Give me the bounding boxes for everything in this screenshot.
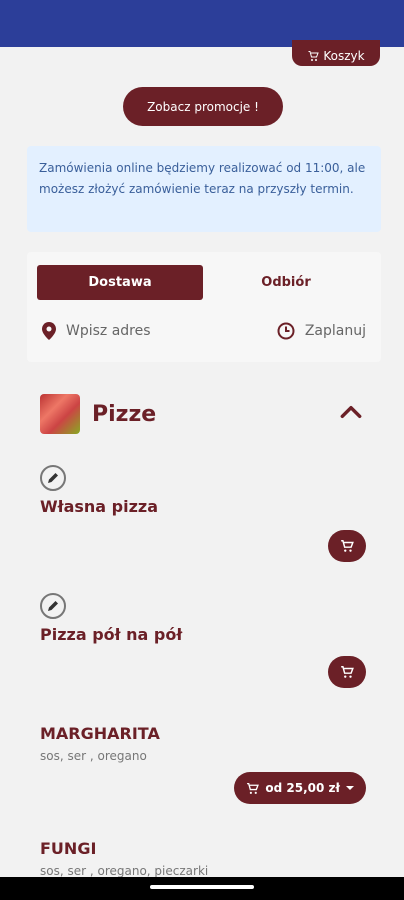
menu-item: Pizza pół na pół: [40, 593, 366, 693]
item-name: FUNGI: [40, 839, 97, 858]
menu-item: FUNGI sos, ser , oregano, pieczarki: [40, 833, 366, 878]
menu-item: Własna pizza: [40, 465, 366, 565]
tab-pickup[interactable]: Odbiór: [203, 265, 369, 300]
schedule-label: Zaplanuj: [304, 323, 366, 339]
price-select-button[interactable]: od 25,00 zł: [234, 772, 366, 804]
cart-icon: [341, 666, 354, 678]
chevron-up-icon[interactable]: [338, 399, 364, 425]
address-input[interactable]: Wpisz adres: [42, 322, 151, 340]
promotions-label: Zobacz promocje !: [147, 99, 259, 114]
caret-down-icon: [346, 786, 354, 790]
cart-icon: [308, 51, 320, 61]
opening-info: Zamówienia online będziemy realizować od…: [27, 146, 381, 232]
tab-delivery[interactable]: Dostawa: [37, 265, 203, 300]
item-name: Własna pizza: [40, 497, 159, 516]
price-label: od 25,00 zł: [265, 781, 340, 795]
pencil-icon: [40, 593, 66, 619]
category-thumbnail: [40, 394, 80, 434]
item-name: MARGHARITA: [40, 724, 160, 743]
add-to-cart-button[interactable]: [328, 530, 366, 562]
home-gesture-handle[interactable]: [150, 885, 254, 889]
category-title: Pizze: [92, 401, 157, 427]
promotions-button[interactable]: Zobacz promocje !: [123, 87, 283, 126]
menu-item: MARGHARITA sos, ser , oregano od 25,00 z…: [40, 718, 366, 808]
address-placeholder: Wpisz adres: [66, 323, 151, 339]
category-header-pizze[interactable]: Pizze: [40, 393, 366, 435]
schedule-button[interactable]: Zaplanuj: [277, 322, 366, 340]
clock-icon: [277, 322, 295, 340]
tab-pickup-label: Odbiór: [261, 275, 311, 290]
item-name: Pizza pół na pół: [40, 625, 183, 644]
order-type-panel: Dostawa Odbiór Wpisz adres Zaplanuj: [27, 252, 381, 362]
cart-label: Koszyk: [323, 49, 365, 63]
pencil-icon: [40, 465, 66, 491]
opening-info-text: Zamówienia online będziemy realizować od…: [39, 161, 366, 196]
location-pin-icon: [42, 322, 56, 340]
tab-delivery-label: Dostawa: [88, 275, 152, 290]
add-to-cart-button[interactable]: [328, 656, 366, 688]
cart-icon: [247, 782, 260, 794]
item-description: sos, ser , oregano, pieczarki: [40, 864, 209, 878]
cart-button[interactable]: Koszyk: [292, 40, 380, 66]
cart-icon: [341, 540, 354, 552]
item-description: sos, ser , oregano: [40, 749, 147, 763]
